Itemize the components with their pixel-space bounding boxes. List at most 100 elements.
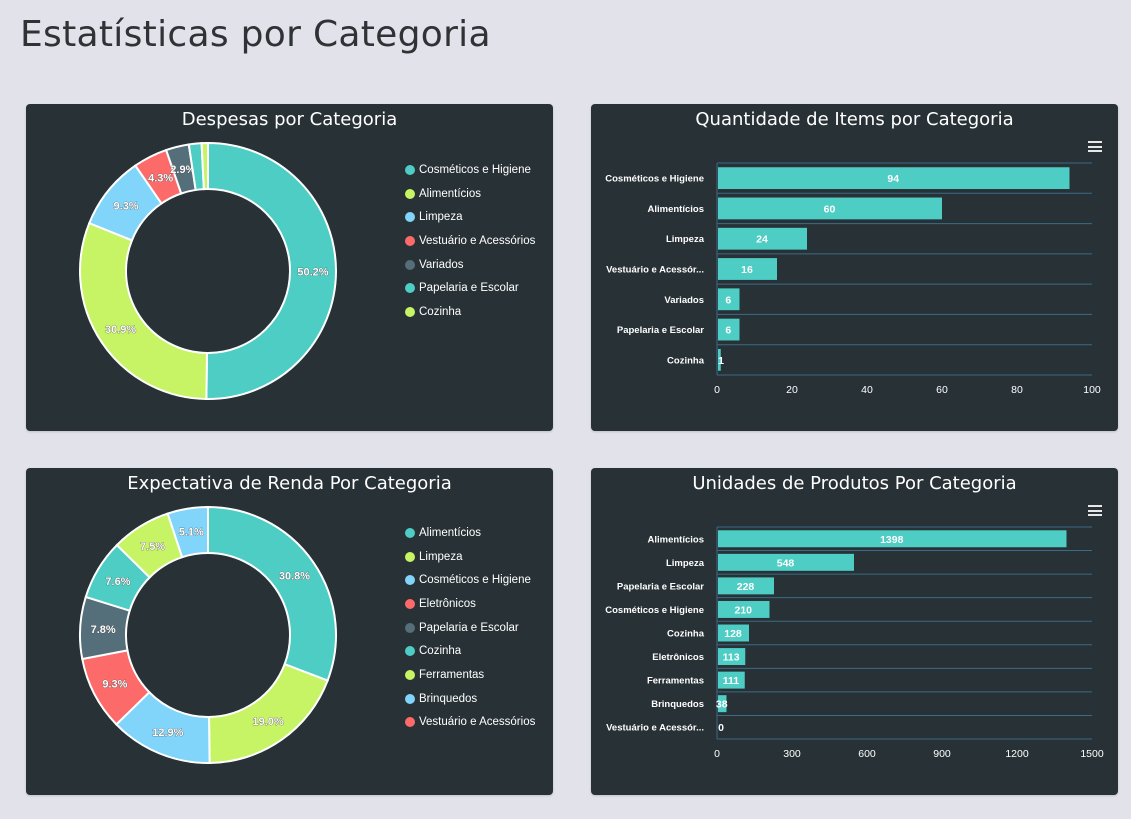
- chart-legend: Cosméticos e Higiene Alimentícios Limpeza V…: [405, 158, 535, 324]
- legend-label: Ferramentas: [419, 668, 485, 681]
- slice-alimenticios[interactable]: [79, 221, 208, 401]
- category-label-eletronicos: Eletrônicos: [652, 652, 704, 663]
- legend-label: Brinquedos: [419, 692, 478, 705]
- units-chart-card: Unidades de Produtos Por Categoria Alime…: [591, 468, 1118, 795]
- x-tick-label: 20: [786, 384, 798, 396]
- slice-cozinha[interactable]: [200, 141, 209, 191]
- legend-marker: [405, 693, 415, 704]
- legend-item-papelaria-e-escolar[interactable]: Papelaria e Escolar: [405, 616, 535, 640]
- category-label-ferramentas: Ferramentas: [647, 676, 704, 687]
- expenses-chart-card: Despesas por Categoria 50.2% 30.9% 9.3% 4.3…: [26, 104, 553, 431]
- income-chart-card: Expectativa de Renda Por Categoria 30.8%…: [26, 468, 553, 795]
- legend-marker: [405, 551, 415, 562]
- x-tick-label: 100: [1083, 384, 1101, 396]
- data-label-papelaria-e-escolar: 228: [737, 581, 755, 593]
- legend-marker: [405, 622, 415, 633]
- legend-marker: [405, 164, 415, 175]
- category-label-alimenticios: Alimentícios: [648, 204, 705, 215]
- legend-label: Vestuário e Acessórios: [419, 716, 536, 729]
- legend-marker: [405, 598, 415, 609]
- data-label-alimenticios: 30.9%: [105, 324, 136, 336]
- x-tick-label: 600: [858, 748, 876, 760]
- legend-label: Cozinha: [419, 305, 462, 318]
- legend-marker: [405, 669, 415, 680]
- x-tick-label: 300: [783, 748, 801, 760]
- data-label-eletronicos: 113: [723, 652, 740, 664]
- data-label-alimenticios: 60: [824, 203, 836, 215]
- data-label-papelaria-e-escolar: 7.8%: [91, 624, 116, 636]
- legend-marker: [405, 259, 415, 270]
- data-label-brinquedos: 38: [716, 699, 728, 711]
- legend-item-ferramentas[interactable]: Ferramentas: [405, 663, 535, 687]
- data-label-cosmeticos-e-higiene: 94: [887, 173, 899, 185]
- x-tick-label: 0: [714, 384, 720, 396]
- legend-item-limpeza[interactable]: Limpeza: [405, 205, 535, 229]
- chart-legend: Alimentícios Limpeza Cosméticos e Higiene E…: [405, 521, 535, 734]
- legend-label: Limpeza: [419, 550, 463, 563]
- legend-label: Alimentícios: [419, 187, 481, 200]
- x-tick-label: 900: [933, 748, 951, 760]
- legend-label: Eletrônicos: [419, 597, 476, 610]
- legend-item-cozinha[interactable]: Cozinha: [405, 639, 535, 663]
- category-label-cozinha: Cozinha: [667, 629, 705, 640]
- category-label-limpeza: Limpeza: [666, 558, 705, 569]
- legend-item-vestuario-e-acessorios[interactable]: Vestuário e Acessórios: [405, 711, 535, 735]
- data-label-papelaria-e-escolar: 6: [725, 325, 731, 337]
- items-bar-chart: Cosméticos e Higiene 94Alimentícios 60Limp…: [605, 162, 1101, 396]
- legend-item-eletronicos[interactable]: Eletrônicos: [405, 592, 535, 616]
- data-label-cozinha: 128: [724, 628, 742, 640]
- data-label-alimenticios: 1398: [880, 534, 904, 546]
- legend-marker: [405, 575, 415, 586]
- legend-label: Alimentícios: [419, 526, 481, 539]
- legend-item-papelaria-e-escolar[interactable]: Papelaria e Escolar: [405, 276, 535, 300]
- legend-label: Papelaria e Escolar: [419, 621, 519, 634]
- legend-item-variados[interactable]: Variados: [405, 253, 535, 277]
- data-label-eletronicos: 9.3%: [102, 679, 127, 691]
- legend-label: Vestuário e Acessórios: [419, 234, 536, 247]
- units-bar-chart: Alimentícios 1398 Limpeza 548 Papelaria e Es…: [605, 526, 1104, 760]
- slice-limpeza[interactable]: [208, 662, 329, 765]
- legend-item-cosmeticos-e-higiene[interactable]: Cosméticos e Higiene: [405, 158, 535, 182]
- legend-label: Cosméticos e Higiene: [419, 574, 531, 587]
- page-title: Estatísticas por Categoria: [20, 14, 491, 55]
- data-label-vestuario-e-acessor: 0: [718, 722, 724, 734]
- data-label-cozinha: 1: [718, 355, 724, 367]
- legend-marker: [405, 283, 415, 294]
- legend-marker: [405, 188, 415, 199]
- slice-alimenticios[interactable]: [207, 505, 337, 682]
- data-label-limpeza: 19.0%: [253, 716, 284, 728]
- data-label-cosmeticos-e-higiene: 12.9%: [152, 727, 183, 739]
- legend-item-limpeza[interactable]: Limpeza: [405, 545, 535, 569]
- x-tick-label: 80: [1011, 384, 1023, 396]
- legend-item-vestuario-e-acessorios[interactable]: Vestuário e Acessórios: [405, 229, 535, 253]
- legend-item-alimenticios[interactable]: Alimentícios: [405, 521, 535, 545]
- legend-item-brinquedos[interactable]: Brinquedos: [405, 687, 535, 711]
- legend-item-cosmeticos-e-higiene[interactable]: Cosméticos e Higiene: [405, 568, 535, 592]
- data-label-limpeza: 9.3%: [114, 200, 139, 212]
- data-label-limpeza: 548: [777, 557, 795, 569]
- legend-marker: [405, 212, 415, 223]
- x-tick-label: 40: [861, 384, 873, 396]
- data-label-brinquedos: 5.1%: [179, 526, 204, 538]
- legend-label: Limpeza: [419, 211, 463, 224]
- legend-marker: [405, 646, 415, 657]
- legend-item-alimenticios[interactable]: Alimentícios: [405, 182, 535, 206]
- category-label-variados: Variados: [664, 295, 704, 306]
- category-label-cosmeticos-e-higiene: Cosméticos e Higiene: [605, 174, 704, 185]
- category-label-cosmeticos-e-higiene: Cosméticos e Higiene: [605, 605, 704, 616]
- legend-item-cozinha[interactable]: Cozinha: [405, 300, 535, 324]
- x-tick-label: 0: [714, 748, 720, 760]
- category-label-alimenticios: Alimentícios: [648, 534, 705, 545]
- category-label-papelaria-e-escolar: Papelaria e Escolar: [617, 581, 704, 592]
- data-label-variados: 6: [725, 294, 731, 306]
- x-tick-label: 60: [936, 384, 948, 396]
- category-label-papelaria-e-escolar: Papelaria e Escolar: [617, 325, 704, 336]
- data-label-cosmeticos-e-higiene: 50.2%: [297, 267, 328, 279]
- x-tick-label: 1500: [1080, 748, 1104, 760]
- data-label-cosmeticos-e-higiene: 210: [734, 604, 752, 616]
- legend-marker: [405, 527, 415, 538]
- x-tick-label: 1200: [1005, 748, 1029, 760]
- data-label-alimenticios: 30.8%: [279, 570, 310, 582]
- category-label-vestuario-e-acessor: Vestuário e Acessór...: [606, 265, 704, 276]
- legend-label: Cozinha: [419, 645, 462, 658]
